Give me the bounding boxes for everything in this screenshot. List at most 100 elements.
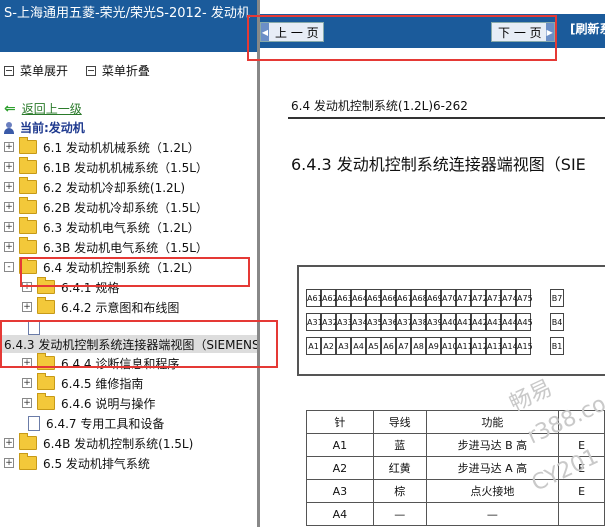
folder-icon (37, 297, 55, 314)
tree-item[interactable]: +6.1B 发动机机械系统（1.5L） (4, 157, 208, 176)
connector-pin: A68 (411, 289, 428, 307)
connector-pin: B7 (550, 289, 564, 307)
expand-toggle-icon[interactable]: + (4, 222, 14, 232)
tree-item[interactable]: +6.1 发动机机械系统（1.2L） (4, 137, 200, 156)
column-header: 导线 (372, 410, 427, 434)
connector-pin: A42 (471, 313, 488, 331)
expand-toggle-icon[interactable]: + (22, 378, 32, 388)
expand-toggle-icon[interactable]: + (4, 242, 14, 252)
connector-pin: A3 (336, 337, 351, 355)
connector-pin: A44 (501, 313, 518, 331)
collapse-toggle-icon[interactable]: - (4, 262, 14, 272)
tree-item-label: 6.2 发动机冷却系统(1.2L) (43, 180, 186, 195)
connector-pin: A1 (306, 337, 321, 355)
tree-item-label: 6.1B 发动机机械系统（1.5L） (43, 160, 208, 175)
refresh-link[interactable]: [刷新系 (570, 20, 605, 37)
connector-pin: A62 (321, 289, 338, 307)
menu-row: 菜单展开 菜单折叠 (0, 62, 160, 79)
expand-toggle-icon[interactable]: + (4, 458, 14, 468)
tree-item-label: 6.4B 发动机控制系统(1.5L) (43, 436, 194, 451)
expand-toggle-icon[interactable]: + (4, 162, 14, 172)
expand-toggle-icon[interactable]: + (22, 398, 32, 408)
connector-pin: A9 (426, 337, 441, 355)
connector-pin: A38 (411, 313, 428, 331)
connector-pin: A31 (306, 313, 323, 331)
folder-icon (19, 137, 37, 154)
tree-item[interactable]: 6.4.7 专用工具和设备 (22, 414, 164, 432)
current-location: 当前:发动机 (4, 119, 85, 136)
tree-item-label: 6.4.5 维修指南 (61, 376, 144, 391)
highlight-box (20, 257, 250, 287)
connector-pin: A11 (456, 337, 473, 355)
tree-item[interactable]: +6.5 发动机排气系统 (4, 453, 150, 472)
tree-item[interactable]: +6.4.2 示意图和布线图 (22, 297, 180, 316)
connector-pin: A43 (486, 313, 503, 331)
highlight-box (0, 320, 278, 368)
connector-pin: A37 (396, 313, 413, 331)
connector-pin: A35 (366, 313, 383, 331)
connector-pin: A12 (471, 337, 488, 355)
connector-pin: A40 (441, 313, 458, 331)
tree-item[interactable]: +6.3B 发动机电气系统（1.5L） (4, 237, 208, 256)
table-cell: 红黄 (372, 456, 427, 480)
collapse-menu-button[interactable]: 菜单折叠 (85, 62, 150, 79)
table-cell (558, 502, 605, 526)
connector-pin: B4 (550, 313, 564, 331)
folder-icon (19, 177, 37, 194)
table-cell: 蓝 (372, 433, 427, 457)
expand-toggle-icon[interactable]: + (4, 182, 14, 192)
folder-icon (19, 197, 37, 214)
folder-icon (37, 393, 55, 410)
table-cell: — (425, 502, 560, 526)
expand-toggle-icon[interactable]: + (4, 438, 14, 448)
folder-icon (19, 237, 37, 254)
connector-pin: A36 (381, 313, 398, 331)
connector-pin: A64 (351, 289, 368, 307)
connector-pin: A5 (366, 337, 381, 355)
tree-item[interactable]: +6.4.5 维修指南 (22, 373, 144, 392)
table-cell: A1 (306, 433, 374, 457)
connector-pin: A72 (471, 289, 488, 307)
table-cell: A2 (306, 456, 374, 480)
tree-item[interactable]: +6.3 发动机电气系统（1.2L） (4, 217, 200, 236)
arrow-left-icon: ⇐ (4, 100, 16, 117)
expand-toggle-icon[interactable]: + (4, 142, 14, 152)
section-title: 6.4.3 发动机控制系统连接器端视图（SIE (291, 155, 586, 174)
connector-pin: A66 (381, 289, 398, 307)
table-cell: A3 (306, 479, 374, 503)
back-link[interactable]: ⇐ 返回上一级 (4, 100, 82, 117)
table-row: A4— — (306, 502, 605, 526)
expand-toggle-icon[interactable]: + (4, 202, 14, 212)
connector-pin: A67 (396, 289, 413, 307)
connector-pin: A7 (396, 337, 411, 355)
connector-pin: A15 (516, 337, 533, 355)
tree-item[interactable]: +6.4B 发动机控制系统(1.5L) (4, 433, 194, 452)
connector-pin: B1 (550, 337, 564, 355)
connector-pin: A65 (366, 289, 383, 307)
connector-pin: A73 (486, 289, 503, 307)
folder-icon (19, 157, 37, 174)
folder-icon (19, 217, 37, 234)
connector-pin: A33 (336, 313, 353, 331)
column-header: 针 (306, 410, 374, 434)
tree-item[interactable]: +6.2B 发动机冷却系统（1.5L） (4, 197, 208, 216)
divider (288, 117, 605, 119)
connector-pin: A63 (336, 289, 353, 307)
connector-pin: A32 (321, 313, 338, 331)
folder-icon (19, 453, 37, 470)
tree-item-label: 6.4.2 示意图和布线图 (61, 300, 180, 315)
tree-item-label: 6.2B 发动机冷却系统（1.5L） (43, 200, 208, 215)
table-cell: — (372, 502, 427, 526)
expand-toggle-icon[interactable]: + (22, 302, 32, 312)
connector-pin: A10 (441, 337, 458, 355)
expand-menu-button[interactable]: 菜单展开 (4, 62, 68, 79)
tree-item[interactable]: +6.2 发动机冷却系统(1.2L) (4, 177, 186, 196)
tree-item[interactable]: +6.4.6 说明与操作 (22, 393, 155, 412)
pane-title: S-上海通用五菱-荣光/荣光S-2012- 发动机 (0, 0, 257, 52)
connector-pin: A6 (381, 337, 396, 355)
tree-item-label: 6.3B 发动机电气系统（1.5L） (43, 240, 208, 255)
highlight-box (247, 15, 557, 61)
connector-pin: A74 (501, 289, 518, 307)
connector-pin: A70 (441, 289, 458, 307)
connector-pin: A75 (516, 289, 533, 307)
